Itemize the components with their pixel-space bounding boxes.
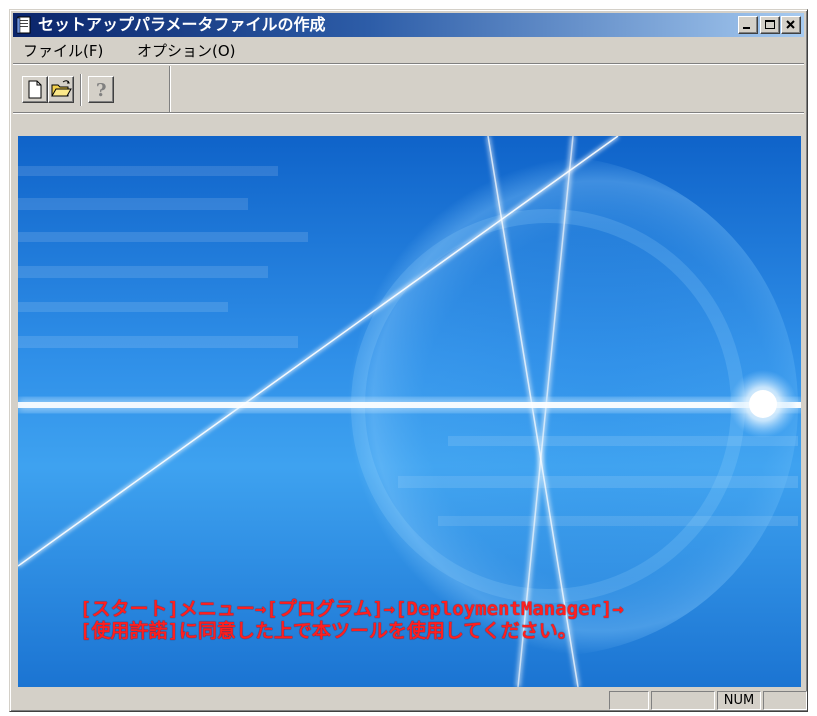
- usage-notice: [スタート]メニュー→[プログラム]→[DeploymentManager]→ …: [80, 598, 624, 642]
- new-document-icon: [28, 80, 42, 99]
- status-main-pane: [13, 691, 603, 710]
- toolbar: ?: [13, 66, 804, 126]
- help-question-icon: ?: [96, 80, 107, 101]
- status-num-lock: NUM: [717, 691, 761, 710]
- toolbar-end-separator: [169, 66, 171, 112]
- menu-options[interactable]: オプション(O): [133, 41, 240, 61]
- maximize-icon: [765, 20, 775, 29]
- new-button[interactable]: [22, 76, 48, 103]
- maximize-button[interactable]: [760, 16, 780, 34]
- title-bar[interactable]: セットアップパラメータファイルの作成: [13, 13, 804, 37]
- status-bar: NUM: [13, 690, 807, 710]
- splash-image-area: [スタート]メニュー→[プログラム]→[DeploymentManager]→ …: [18, 136, 801, 687]
- close-icon: [786, 20, 795, 29]
- status-pane-1: [609, 691, 649, 710]
- minimize-icon: [743, 27, 750, 29]
- close-button[interactable]: [781, 16, 801, 34]
- usage-notice-line-2: [使用許諾]に同意した上で本ツールを使用してください。: [80, 620, 577, 642]
- toolbar-separator: [80, 74, 82, 106]
- window-title: セットアップパラメータファイルの作成: [38, 15, 326, 34]
- app-document-icon[interactable]: [16, 16, 33, 34]
- help-button[interactable]: ?: [88, 76, 114, 103]
- toolbar-bottom-edge: [13, 112, 804, 114]
- main-window: セットアップパラメータファイルの作成 ファイル(F) オプション(O) ? [ス…: [9, 9, 808, 712]
- svg-text:?: ?: [96, 80, 107, 101]
- status-pane-2: [651, 691, 715, 710]
- menu-bar: ファイル(F) オプション(O): [13, 38, 804, 64]
- menu-file[interactable]: ファイル(F): [19, 41, 107, 61]
- open-folder-icon: [51, 80, 72, 97]
- minimize-button[interactable]: [738, 16, 758, 34]
- open-button[interactable]: [48, 76, 74, 103]
- usage-notice-line-1: [スタート]メニュー→[プログラム]→[DeploymentManager]→: [80, 598, 624, 620]
- status-pane-4: [763, 691, 807, 710]
